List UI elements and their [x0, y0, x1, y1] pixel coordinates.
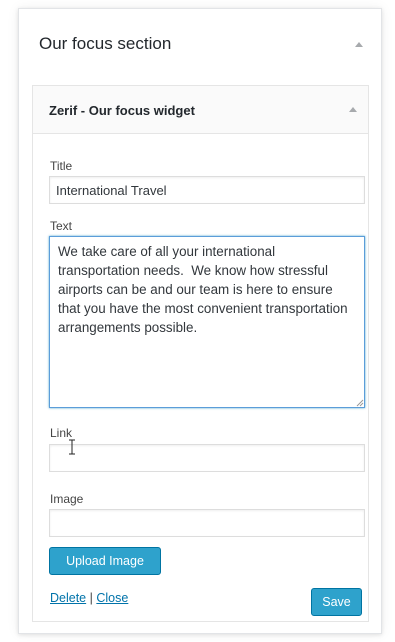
upload-image-button[interactable]: Upload Image	[49, 547, 161, 575]
link-input[interactable]	[49, 444, 365, 472]
widget-header[interactable]: Zerif - Our focus widget	[33, 86, 368, 134]
text-cursor-icon	[69, 439, 75, 455]
delete-link[interactable]: Delete	[50, 591, 86, 605]
customizer-panel: Our focus section Zerif - Our focus widg…	[18, 8, 382, 634]
widget-control-links: Delete | Close	[50, 591, 128, 605]
image-input[interactable]	[49, 509, 365, 537]
text-textarea[interactable]: We take care of all your international t…	[49, 236, 365, 408]
text-label: Text	[50, 219, 73, 233]
resize-grip-icon[interactable]	[356, 399, 364, 407]
image-label: Image	[50, 492, 84, 506]
title-label: Title	[50, 159, 73, 173]
separator: |	[89, 591, 93, 605]
focus-widget: Zerif - Our focus widget Title Text We t…	[32, 85, 369, 622]
save-button[interactable]: Save	[311, 588, 362, 616]
close-link[interactable]: Close	[96, 591, 128, 605]
link-label: Link	[50, 426, 73, 440]
section-header[interactable]: Our focus section	[19, 9, 381, 81]
arrow-up-icon[interactable]	[349, 107, 357, 112]
section-title: Our focus section	[39, 34, 172, 53]
title-input[interactable]	[49, 176, 365, 204]
arrow-up-icon[interactable]	[355, 42, 363, 47]
widget-title: Zerif - Our focus widget	[49, 103, 195, 118]
